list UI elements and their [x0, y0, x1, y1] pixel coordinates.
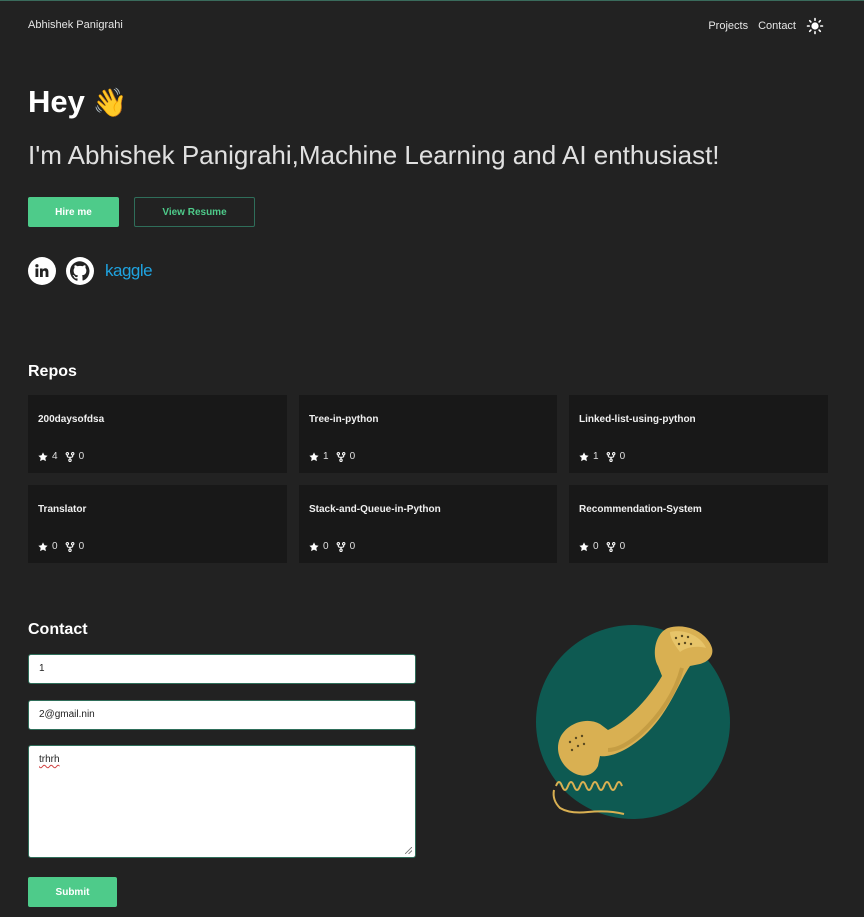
fork-count: 0 [619, 541, 626, 552]
resize-handle-icon[interactable] [405, 847, 412, 854]
repo-card[interactable]: Stack-and-Queue-in-Python 0 0 [299, 485, 557, 563]
repo-name[interactable]: Stack-and-Queue-in-Python [309, 504, 441, 515]
email-field[interactable]: 2@gmail.nin [28, 700, 416, 730]
repo-name[interactable]: Recommendation-System [579, 504, 702, 515]
hero-tagline: I'm Abhishek Panigrahi,Machine Learning … [28, 140, 720, 170]
repo-stats: 1 0 [309, 451, 355, 462]
repo-stats: 1 0 [579, 451, 625, 462]
repo-card[interactable]: Recommendation-System 0 0 [569, 485, 828, 563]
star-count: 4 [52, 451, 58, 462]
star-count: 1 [593, 451, 599, 462]
star-count: 1 [323, 451, 329, 462]
repo-card[interactable]: Linked-list-using-python 1 0 [569, 395, 828, 473]
hero-greeting: Hey 👋 [28, 84, 128, 120]
name-field[interactable]: 1 [28, 654, 416, 684]
fork-icon [65, 541, 75, 552]
waving-hand-emoji: 👋 [92, 86, 128, 118]
kaggle-link[interactable]: kaggle [105, 261, 153, 281]
repos-title: Repos [28, 363, 77, 380]
repo-stats: 0 0 [579, 541, 625, 552]
star-count: 0 [593, 541, 599, 552]
repo-card[interactable]: 200daysofdsa 4 0 [28, 395, 287, 473]
greeting-text: Hey [28, 84, 85, 119]
view-resume-button[interactable]: View Resume [134, 197, 255, 227]
message-textarea[interactable]: trhrh [28, 745, 416, 858]
star-count: 0 [52, 541, 58, 552]
repo-stats: 0 0 [38, 541, 84, 552]
fork-count: 0 [78, 541, 85, 552]
hire-me-button[interactable]: Hire me [28, 197, 119, 227]
submit-button[interactable]: Submit [28, 877, 117, 907]
repo-grid: 200daysofdsa 4 0 Tree-in-python 1 0 Link… [28, 395, 828, 563]
fork-count: 0 [78, 451, 85, 462]
nav-projects[interactable]: Projects [708, 20, 748, 32]
repo-name[interactable]: Tree-in-python [309, 414, 378, 425]
repo-name[interactable]: Linked-list-using-python [579, 414, 696, 425]
linkedin-icon[interactable] [28, 257, 56, 285]
message-text: trhrh [39, 754, 60, 765]
fork-count: 0 [619, 451, 626, 462]
star-icon [309, 451, 319, 461]
star-icon [579, 451, 589, 461]
site-brand[interactable]: Abhishek Panigrahi [28, 19, 123, 31]
repo-card[interactable]: Translator 0 0 [28, 485, 287, 563]
top-border [0, 0, 864, 1]
sun-icon[interactable] [806, 17, 824, 35]
fork-icon [65, 451, 75, 462]
contact-title: Contact [28, 621, 88, 638]
repo-stats: 4 0 [38, 451, 84, 462]
telephone-illustration [530, 620, 740, 820]
main-nav: Projects Contact [708, 17, 824, 35]
star-count: 0 [323, 541, 329, 552]
star-icon [38, 541, 48, 551]
social-links: kaggle [28, 257, 153, 285]
fork-icon [336, 541, 346, 552]
nav-contact[interactable]: Contact [758, 20, 796, 32]
fork-icon [606, 541, 616, 552]
repo-stats: 0 0 [309, 541, 355, 552]
github-icon[interactable] [66, 257, 94, 285]
repo-name[interactable]: Translator [38, 504, 86, 515]
repo-card[interactable]: Tree-in-python 1 0 [299, 395, 557, 473]
star-icon [579, 541, 589, 551]
fork-icon [606, 451, 616, 462]
fork-count: 0 [349, 541, 356, 552]
fork-count: 0 [349, 451, 356, 462]
fork-icon [336, 451, 346, 462]
star-icon [38, 451, 48, 461]
star-icon [309, 541, 319, 551]
repo-name[interactable]: 200daysofdsa [38, 414, 104, 425]
